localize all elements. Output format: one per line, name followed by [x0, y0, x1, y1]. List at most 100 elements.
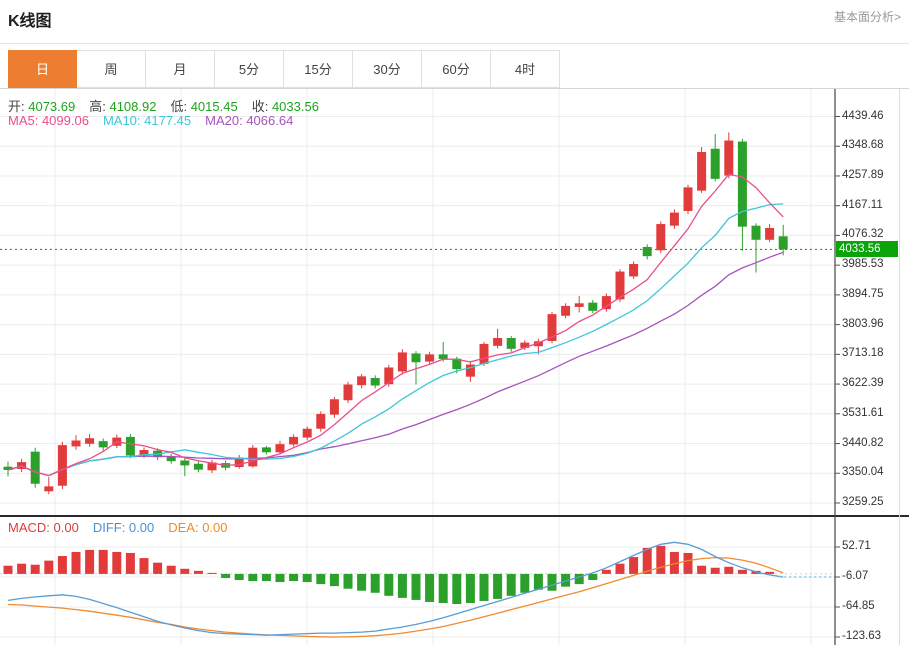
candle: [710, 148, 720, 179]
price-axis-label: 3713.18: [842, 347, 884, 360]
candle: [506, 338, 516, 349]
macd-bar: [465, 573, 475, 603]
ma20-line: [7, 251, 784, 477]
macd-bar: [397, 573, 407, 598]
kline-chart-svg: [0, 89, 909, 645]
macd-bar: [261, 573, 271, 582]
candle: [588, 302, 598, 311]
macd-bar: [234, 573, 244, 581]
macd-bar: [370, 573, 380, 593]
macdrow-diff: DIFF: 0.00: [92, 520, 155, 535]
marow-ma10: MA10: 4177.45: [102, 113, 192, 128]
price-axis-label: 3259.25: [842, 495, 884, 508]
candle: [180, 460, 190, 466]
price-axis-label: 3894.75: [842, 287, 884, 300]
candle: [343, 384, 353, 401]
macd-bar: [139, 558, 149, 574]
macd-bar: [601, 569, 611, 574]
ma-info-row: MA5: 4099.06 MA10: 4177.45 MA20: 4066.64: [8, 113, 307, 128]
macd-bar: [384, 573, 394, 596]
ohlcrow-high: 高: 4108.92: [89, 99, 157, 114]
tab-day[interactable]: 日: [8, 50, 77, 88]
macd-bar: [248, 573, 258, 582]
tab-4hour[interactable]: 4时: [491, 50, 560, 88]
candle: [778, 236, 788, 250]
macd-axis-label: 52.71: [842, 539, 871, 552]
macd-bar: [44, 560, 54, 574]
tab-5min[interactable]: 5分: [215, 50, 284, 88]
price-axis-label: 3622.39: [842, 377, 884, 390]
ohlcrow-low: 低: 4015.45: [170, 99, 238, 114]
macd-bar: [180, 568, 190, 574]
macd-bar: [683, 552, 693, 574]
macd-bar: [438, 573, 448, 603]
current-price-badge: 4033.56: [836, 241, 898, 258]
candle: [98, 441, 108, 448]
candle: [30, 451, 40, 484]
candle: [601, 296, 611, 310]
ohlcrow-close: 收: 4033.56: [251, 99, 319, 114]
candle: [411, 353, 421, 363]
macd-bar: [520, 573, 530, 593]
candle: [125, 436, 135, 456]
kline-chart-area: 开: 4073.69 高: 4108.92 低: 4015.45 收: 4033.56…: [0, 88, 909, 645]
tab-15min[interactable]: 15分: [284, 50, 353, 88]
macd-bar: [85, 549, 95, 574]
macd-info-row: MACD: 0.00 DIFF: 0.00 DEA: 0.00: [8, 520, 242, 535]
macd-axis-label: -6.07: [842, 569, 869, 582]
candle: [683, 187, 693, 211]
ohlcrow-open: 开: 4073.69: [8, 99, 76, 114]
price-axis-label: 3350.04: [842, 466, 884, 479]
candlestick-series: [3, 132, 788, 495]
macd-bar: [275, 573, 285, 583]
macd-bar: [30, 564, 40, 574]
tab-month[interactable]: 月: [146, 50, 215, 88]
diff-line: [7, 541, 784, 636]
fundamental-analysis-link[interactable]: 基本面分析>: [834, 8, 901, 25]
macd-bar: [316, 573, 326, 585]
price-axis-label: 4076.32: [842, 228, 884, 241]
macd-bar: [289, 573, 299, 582]
candle: [479, 343, 489, 364]
tab-30min[interactable]: 30分: [353, 50, 422, 88]
page-header: K线图 基本面分析>: [0, 0, 909, 44]
macd-bar: [193, 570, 203, 574]
candle: [425, 354, 435, 362]
macd-bar: [737, 569, 747, 574]
macd-bar: [207, 572, 217, 574]
macd-bar: [98, 549, 108, 574]
macd-bar: [506, 573, 516, 596]
macd-bar: [112, 551, 122, 574]
price-axis-label: 3531.61: [842, 406, 884, 419]
macd-bar: [71, 551, 81, 574]
tab-week[interactable]: 周: [77, 50, 146, 88]
candle: [71, 440, 81, 447]
macd-histogram: [3, 545, 775, 605]
candle: [44, 486, 54, 492]
candle: [724, 140, 734, 176]
price-axis-label: 4257.89: [842, 168, 884, 181]
candle: [574, 303, 584, 307]
macd-bar: [17, 563, 27, 574]
candle: [316, 413, 326, 429]
candle: [397, 352, 407, 372]
macd-bar: [629, 557, 639, 574]
candle: [751, 225, 761, 240]
macd-bar: [329, 573, 339, 587]
macd-bar: [588, 573, 598, 581]
tab-60min[interactable]: 60分: [422, 50, 491, 88]
candle: [493, 338, 503, 346]
candle: [438, 354, 448, 359]
macd-bar: [425, 573, 435, 602]
macd-bar: [221, 573, 231, 578]
price-axis-label: 4348.68: [842, 139, 884, 152]
macd-bar: [3, 565, 13, 574]
kline-page: K线图 基本面分析> 日周月 5分 15分 30分 60分 4时 开: 4073.69 高:…: [0, 0, 909, 645]
candle: [302, 428, 312, 438]
candle: [357, 376, 367, 386]
macd-bar: [547, 573, 557, 591]
ma10-line: [7, 203, 784, 477]
candle: [248, 447, 258, 467]
candle: [275, 444, 285, 453]
candle: [384, 367, 394, 385]
